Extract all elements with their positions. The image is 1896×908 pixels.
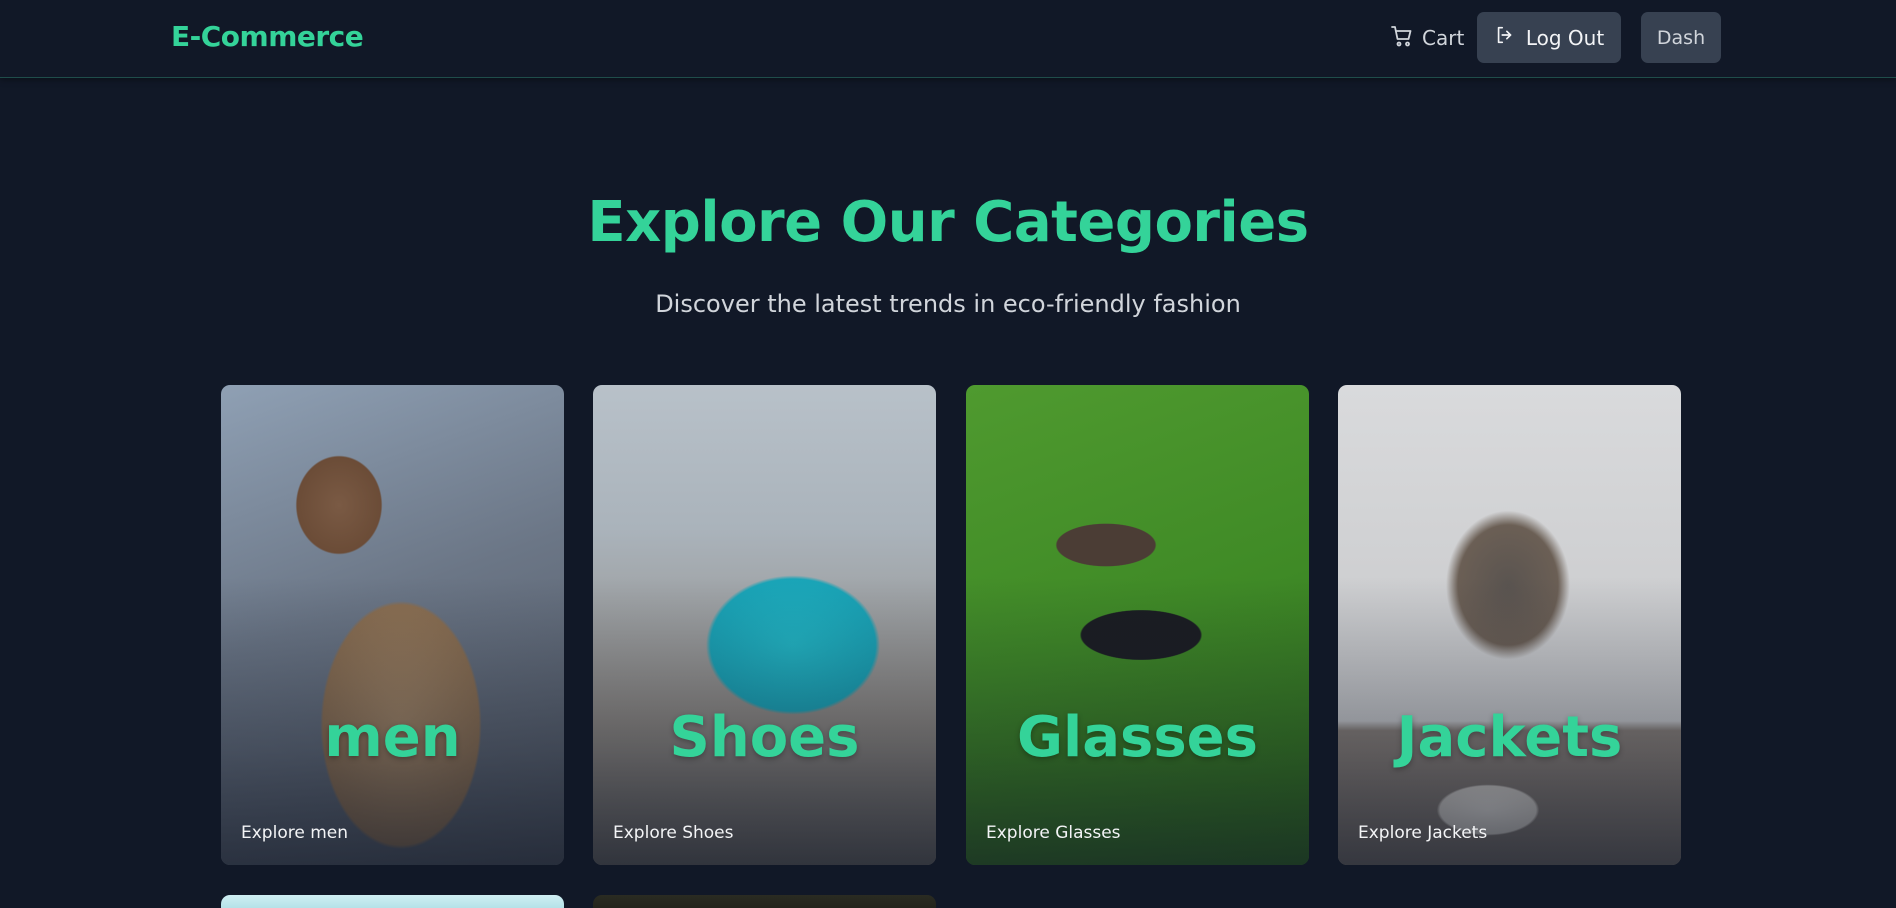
category-card-jackets[interactable]: Jackets Explore Jackets <box>1338 385 1681 865</box>
category-explore-link[interactable]: Explore men <box>241 823 348 843</box>
page-subtitle: Discover the latest trends in eco-friend… <box>655 290 1241 318</box>
category-card-glasses[interactable]: Glasses Explore Glasses <box>966 385 1309 865</box>
page-title: Explore Our Categories <box>587 190 1309 255</box>
brand-logo[interactable]: E-Commerce <box>171 20 364 53</box>
shopping-cart-icon <box>1390 24 1414 53</box>
category-name: Shoes <box>669 705 860 770</box>
category-explore-link[interactable]: Explore Glasses <box>986 823 1121 843</box>
category-explore-link[interactable]: Explore Shoes <box>613 823 733 843</box>
dashboard-button[interactable]: Dash <box>1641 12 1721 63</box>
logout-button[interactable]: Log Out <box>1477 12 1621 63</box>
category-explore-link[interactable]: Explore Jackets <box>1358 823 1487 843</box>
category-name: Glasses <box>1017 705 1258 770</box>
category-card-men[interactable]: men Explore men <box>221 385 564 865</box>
category-card-shoes[interactable]: Shoes Explore Shoes <box>593 385 936 865</box>
category-card-next-row[interactable] <box>221 895 564 908</box>
cart-label: Cart <box>1422 26 1465 50</box>
logout-label: Log Out <box>1525 25 1605 50</box>
category-name: men <box>324 705 461 770</box>
category-card-next-row[interactable] <box>593 895 936 908</box>
logout-icon <box>1494 24 1516 51</box>
category-name: Jackets <box>1396 705 1623 770</box>
cart-link[interactable]: Cart <box>1390 22 1464 54</box>
top-navbar: E-Commerce Cart Log Out Dash <box>0 0 1896 78</box>
